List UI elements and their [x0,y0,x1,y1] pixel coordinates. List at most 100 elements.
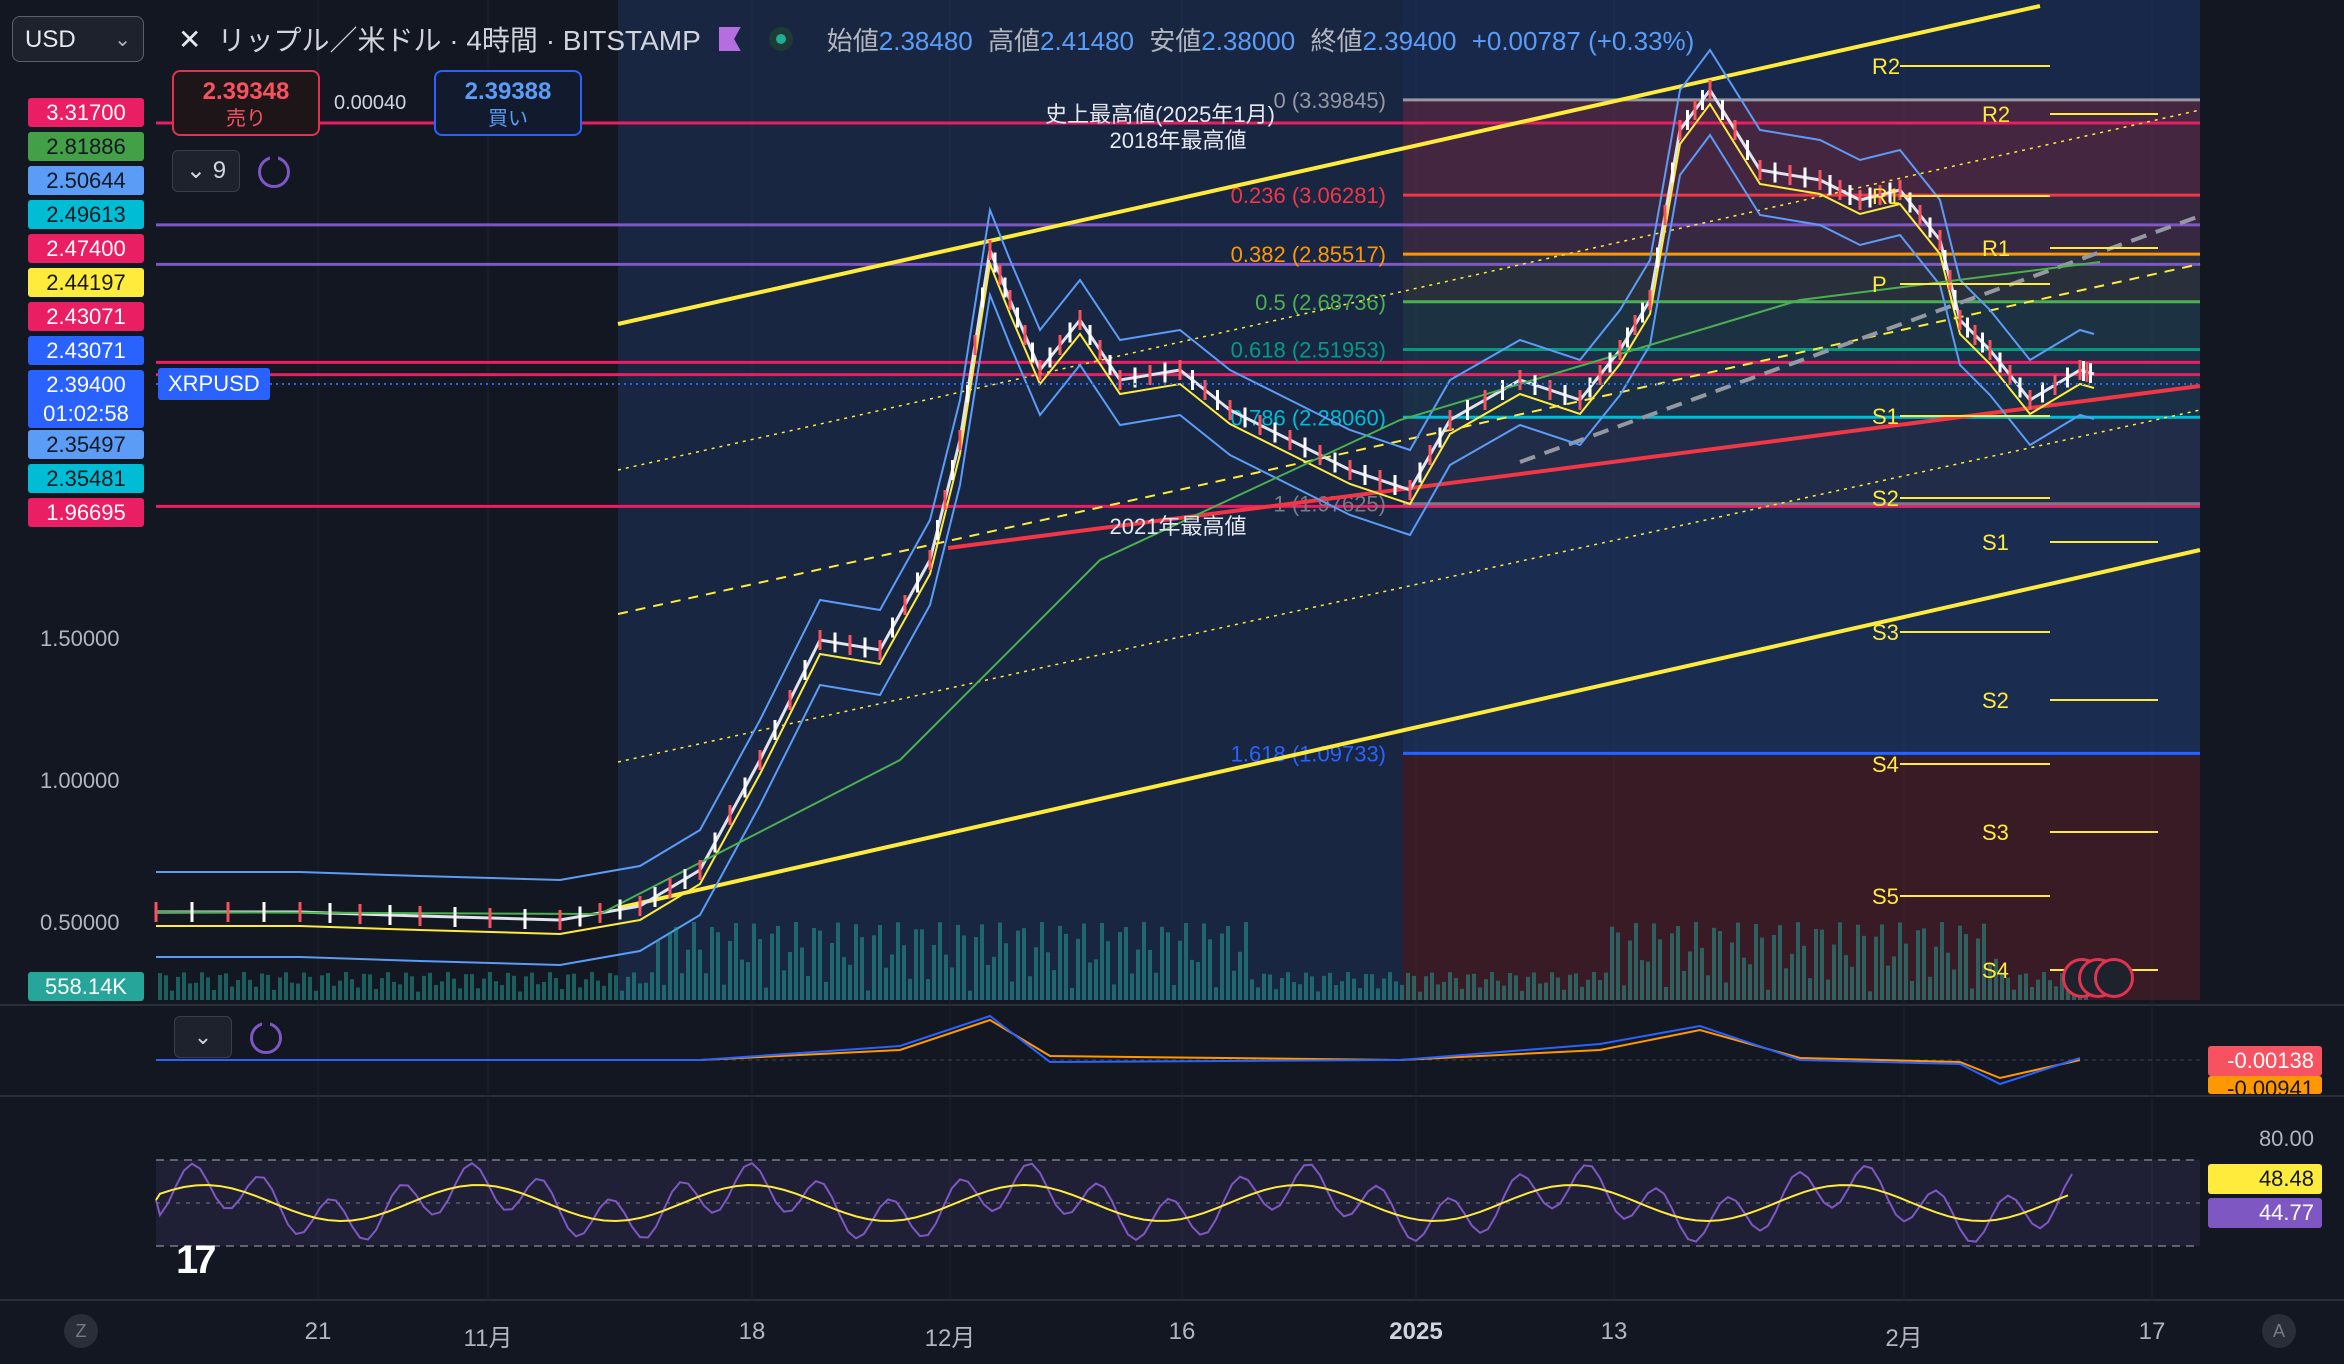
symbol-tag: XRPUSD [158,368,270,400]
volume-bar [320,975,324,1000]
sell-button[interactable]: 2.39348 売り [172,70,320,136]
candle [2078,360,2082,380]
volume-bar [1514,975,1518,1000]
volume-bar [1460,988,1464,1000]
price-chart[interactable]: 0 (3.39845) 0.236 (3.06281) 0.382 (2.85517… [0,0,2344,1364]
candle [683,869,687,889]
volume-bar [1910,980,1914,1000]
candle [803,660,807,680]
currency-select[interactable]: USD ⌄ [12,16,144,62]
change-value: +0.00787 (+0.33%) [1471,25,1695,56]
us-flag-event-icon[interactable] [2094,958,2134,998]
volume-bar [506,972,510,1000]
zoom-button[interactable]: Z [64,1314,98,1348]
candle [618,899,622,920]
volume-bar [974,937,978,1000]
fib-label: 0.236 (3.06281) [1231,183,1386,208]
volume-bar [1466,974,1470,1000]
buy-button[interactable]: 2.39388 買い [434,70,582,136]
volume-bar [1040,922,1044,1000]
volume-bar [1748,964,1752,1000]
volume-bar [1454,978,1458,1000]
candle [1258,415,1262,435]
volume-bar [1268,974,1272,1000]
volume-bar [1160,926,1164,1000]
volume-bar [1880,924,1884,1000]
volume-bar [164,975,168,1000]
volume-bar [1634,923,1638,1000]
candle [358,904,362,924]
price-scale-1-00: 1.00000 [40,768,120,793]
auto-scale-button[interactable]: A [2262,1314,2296,1348]
rsi-ma-value: 48.48 [2208,1164,2322,1194]
symbol-title[interactable]: リップル／米ドル · 4時間 · BITSTAMP [217,19,700,59]
time-label: 2025 [1389,1318,1443,1345]
price-label: 2.35481 [28,464,144,493]
sync-icon[interactable] [258,153,290,188]
volume-bar [1532,972,1536,1000]
volume-label: 558.14K [28,972,144,1001]
volume-bar [1130,973,1134,1000]
price-label: 2.81886 [28,132,144,161]
volume-bar [344,972,348,1000]
volume-bar [176,976,180,1000]
candle [1068,322,1072,343]
candle [1118,370,1122,390]
candle [1948,270,1952,290]
candle [1148,365,1152,385]
volume-bar [1730,942,1734,1000]
candle [1988,340,1992,360]
volume-bar [488,972,492,1000]
volume-bar [374,989,378,1000]
candle [154,902,158,922]
volume-bar [776,925,780,1000]
volume-bar [524,976,528,1000]
volume-bar [446,972,450,1000]
volume-bar [1898,922,1902,1000]
volume-bar [548,972,552,1000]
volume-bar [1052,970,1056,1000]
volume-bar [554,977,558,1000]
pivot-label: S2 [1872,486,1899,511]
volume-bar [752,923,756,1000]
candle [758,750,762,770]
candle [1663,205,1667,225]
time-label: 17 [2138,1318,2166,1345]
x-icon[interactable]: ✕ [178,23,201,56]
volume-bar [1256,987,1260,1000]
volume-bar [1976,938,1980,1000]
volume-bar [1220,933,1224,1000]
fib-label: 0.382 (2.85517) [1231,242,1386,267]
indicators-toggle-button[interactable]: ⌄ 9 [172,150,240,192]
volume-bar [1850,966,1854,1000]
volume-bar [1058,925,1062,1000]
volume-bar [1280,977,1284,1000]
candle [1938,230,1942,250]
candle [1563,385,1567,405]
price-label: 3.31700 [28,98,144,127]
volume-bar [1436,984,1440,1000]
sync-icon[interactable] [250,1019,282,1054]
volume-bar [1496,980,1500,1000]
flag-icon[interactable] [718,27,741,51]
volume-bar [1796,922,1800,1000]
volume-bar [1700,947,1704,1000]
volume-bar [794,922,798,1000]
macd-toggle-button[interactable]: ⌄ [174,1016,232,1058]
volume-bar [398,984,402,1000]
volume-bar [806,975,810,1000]
candle [1393,475,1397,495]
candle [916,572,919,593]
volume-bar [1010,981,1014,1000]
volume-bar [158,973,162,1000]
pivot-label: S2 [1982,688,2009,713]
candle [1008,290,1012,310]
volume-bar [566,974,570,1000]
price-scale-0-50: 0.50000 [40,910,120,935]
candle [1333,452,1337,473]
volume-bar [2018,974,2022,1000]
volume-bar [1004,943,1008,1000]
candle [1023,325,1027,345]
volume-bar [1772,934,1776,1000]
volume-bar [1340,981,1344,1000]
